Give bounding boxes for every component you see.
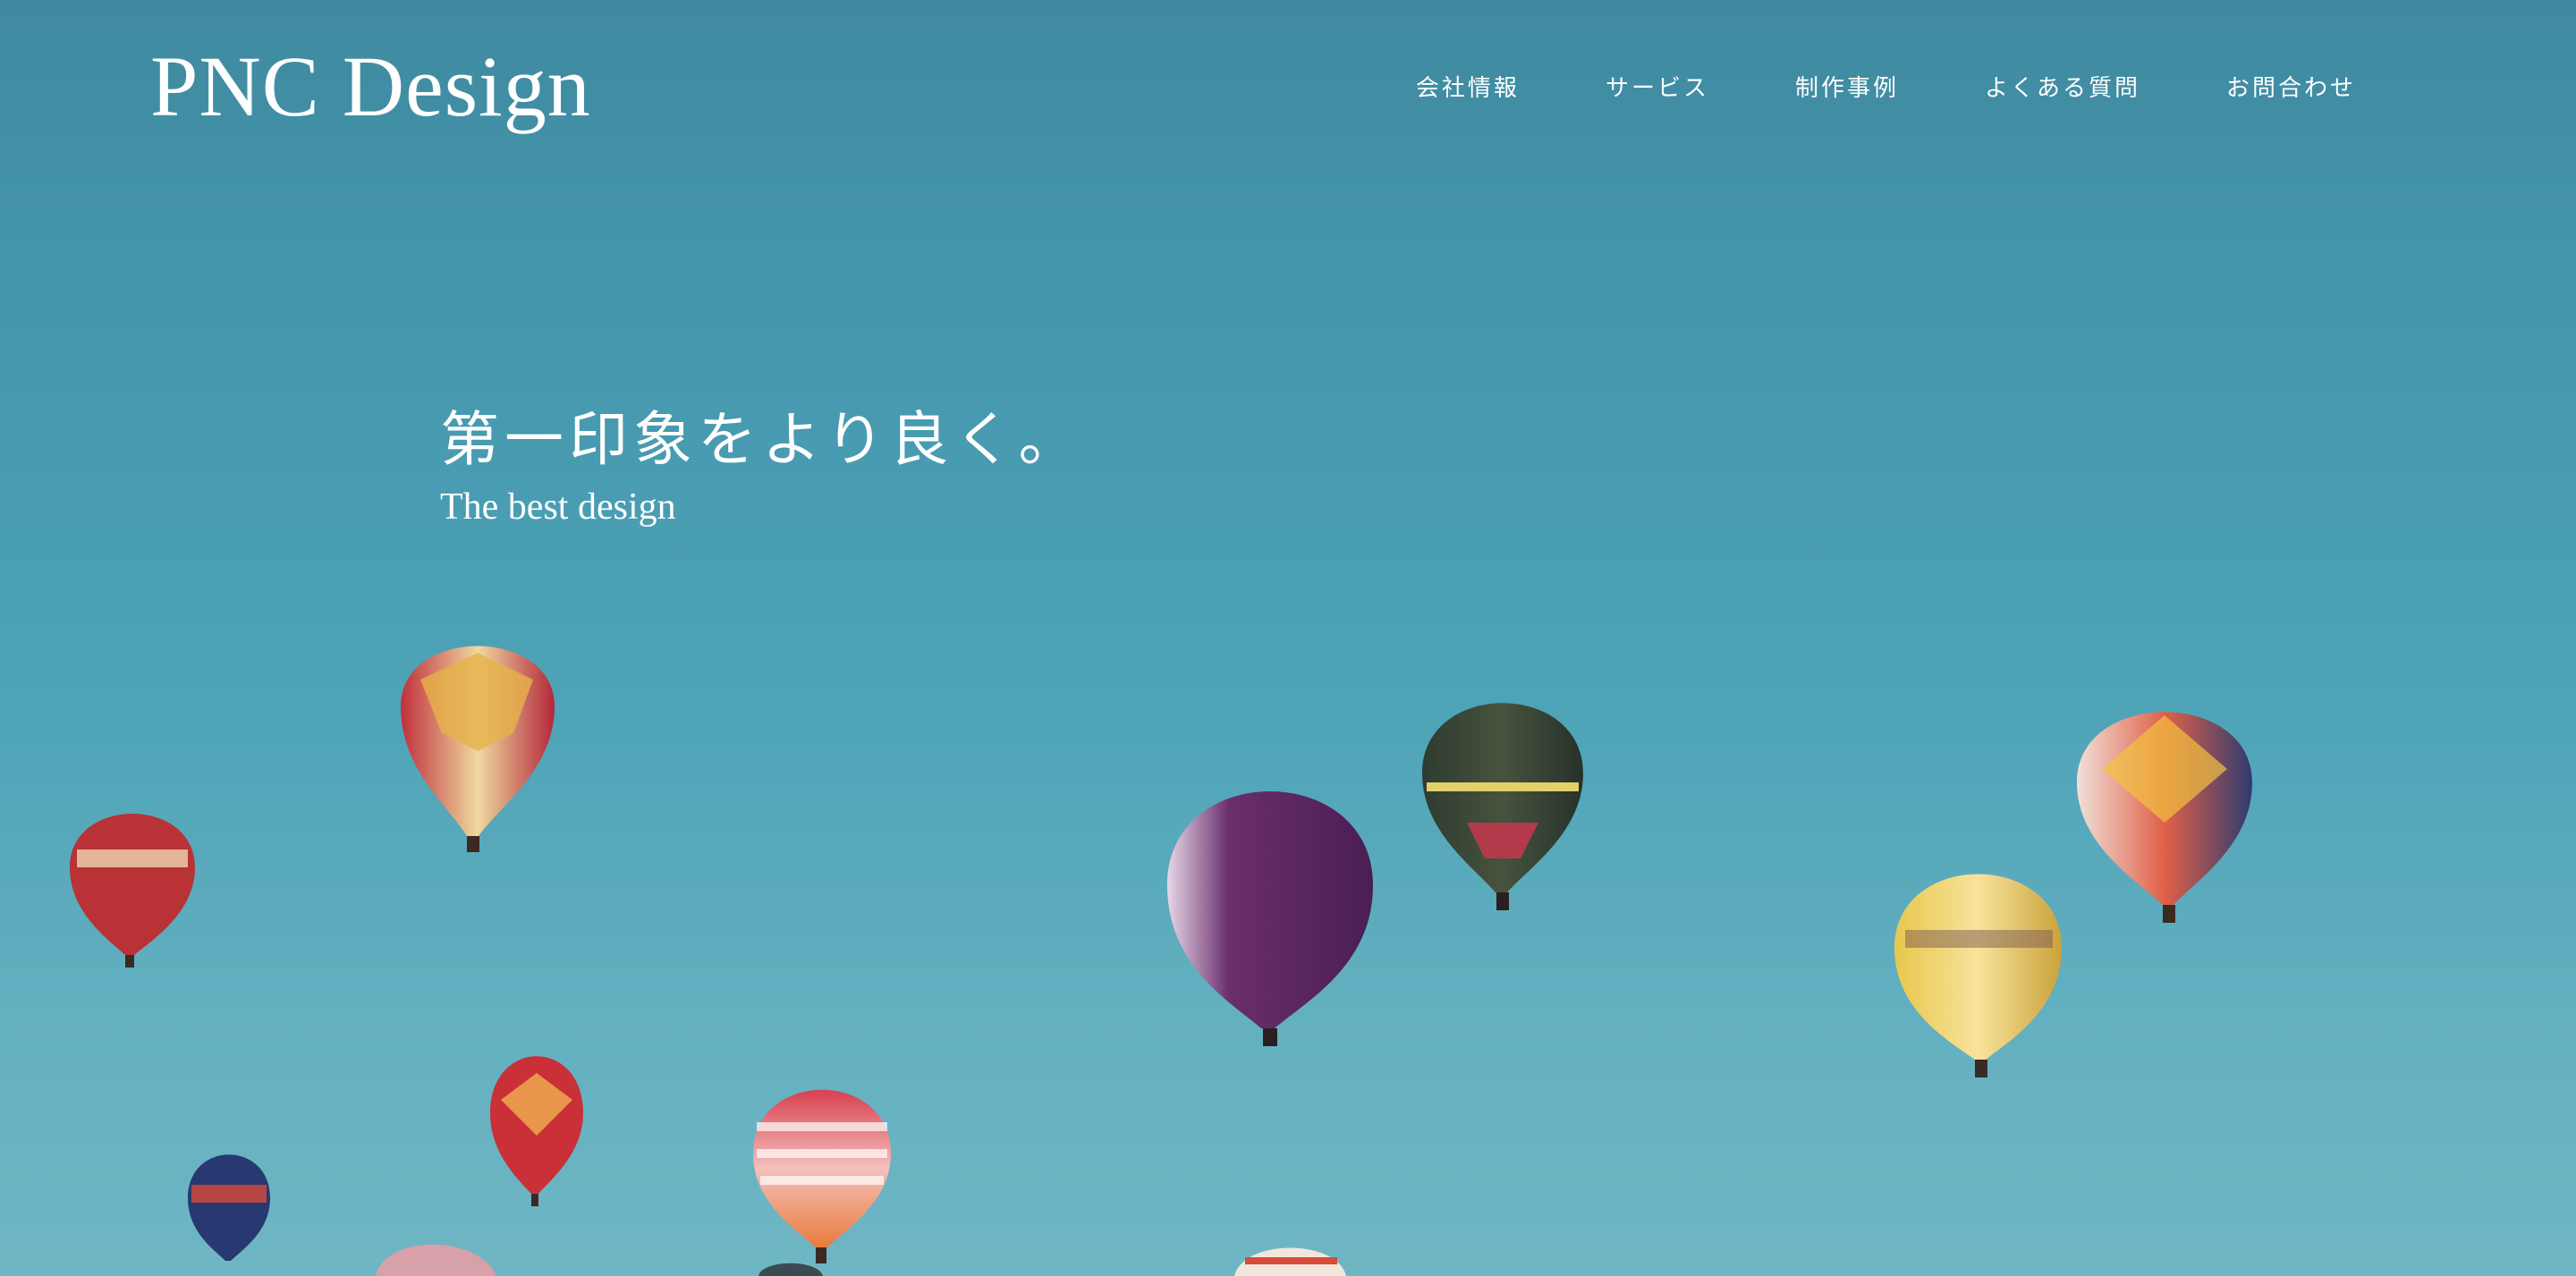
hero-subline: The best design — [440, 486, 676, 528]
nav-link-contact[interactable]: お問合わせ — [2226, 70, 2356, 103]
balloon — [1422, 703, 1583, 910]
nav-link-faq[interactable]: よくある質問 — [1985, 70, 2140, 103]
balloon — [188, 1154, 270, 1261]
balloon — [490, 1056, 583, 1206]
hero-catchphrase: 第一印象をより良く。 — [440, 405, 1083, 474]
nav-link-works[interactable]: 制作事例 — [1795, 70, 1899, 103]
main-navigation: 会社情報 サービス 制作事例 よくある質問 お問合わせ — [1416, 70, 2356, 103]
site-logo[interactable]: PNC Design — [150, 39, 591, 134]
balloon — [2077, 712, 2252, 923]
nav-link-company[interactable]: 会社情報 — [1416, 70, 1520, 103]
balloon — [1234, 1247, 1346, 1276]
hero-background — [0, 0, 2576, 1276]
balloon — [753, 1089, 891, 1263]
balloon — [1167, 791, 1373, 1046]
balloon — [401, 646, 555, 852]
balloon — [1894, 874, 2062, 1077]
balloon — [758, 1263, 823, 1276]
hero-copy: 第一印象をより良く。 The best design — [440, 404, 1083, 528]
balloon — [376, 1244, 496, 1276]
balloon — [70, 814, 195, 968]
nav-link-services[interactable]: サービス — [1606, 70, 1709, 103]
